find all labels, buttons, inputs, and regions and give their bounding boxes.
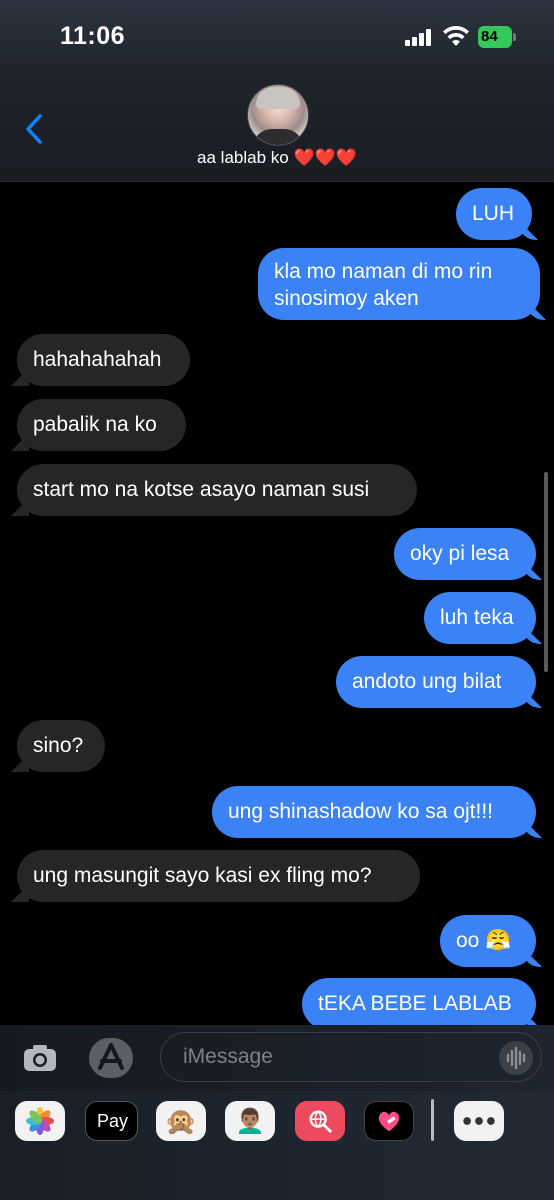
image-search-icon[interactable] <box>295 1101 345 1141</box>
animoji-icon[interactable]: 🙊 <box>156 1101 206 1141</box>
message-received[interactable]: sino? <box>17 720 105 772</box>
photos-icon[interactable] <box>15 1101 65 1141</box>
message-list[interactable]: LUH kla mo naman di mo rin sinosimoy ake… <box>0 182 554 1025</box>
app-drawer: Pay 🙊 👨🏽‍🦱 <box>0 1091 554 1200</box>
app-store-icon <box>98 1043 124 1070</box>
app-store-button[interactable] <box>89 1038 133 1078</box>
message-sent[interactable]: andoto ung bilat <box>336 656 536 708</box>
battery-tip <box>513 33 516 41</box>
message-sent[interactable]: oky pi lesa <box>394 528 536 580</box>
digital-touch-icon[interactable] <box>364 1101 414 1141</box>
ellipsis-icon <box>463 1117 495 1125</box>
message-received[interactable]: start mo na kotse asayo naman susi <box>17 464 417 516</box>
memoji-icon[interactable]: 👨🏽‍🦱 <box>225 1101 275 1141</box>
back-chevron-icon[interactable] <box>20 112 50 146</box>
heart-icon <box>378 1111 400 1132</box>
battery-level: 84 <box>481 28 498 45</box>
app-drawer-divider <box>431 1099 434 1141</box>
message-sent[interactable]: luh teka <box>424 592 536 644</box>
message-received[interactable]: pabalik na ko <box>17 399 186 451</box>
message-received[interactable]: ung masungit sayo kasi ex fling mo? <box>17 850 420 902</box>
status-time: 11:06 <box>60 22 126 50</box>
audio-message-button[interactable] <box>499 1041 533 1075</box>
battery-icon: 84 <box>478 26 512 48</box>
message-sent[interactable]: LUH <box>456 188 532 240</box>
status-bar: 11:06 84 <box>0 0 554 80</box>
scroll-indicator[interactable] <box>544 472 548 672</box>
wifi-icon <box>443 25 469 46</box>
message-input[interactable] <box>160 1032 542 1082</box>
more-apps-icon[interactable] <box>454 1101 504 1141</box>
contact-avatar[interactable] <box>247 84 309 146</box>
contact-name[interactable]: aa lablab ko ❤️❤️❤️ <box>0 148 554 168</box>
message-sent[interactable]: oo 😤 <box>440 915 536 967</box>
signal-icon <box>405 28 435 46</box>
conversation-header: aa lablab ko ❤️❤️❤️ <box>0 80 554 182</box>
message-received[interactable]: hahahahahah <box>17 334 190 386</box>
globe-search-icon <box>309 1110 332 1133</box>
camera-icon[interactable] <box>22 1040 58 1076</box>
apple-pay-label: Pay <box>96 1110 129 1131</box>
message-sent[interactable]: tEKA BEBE LABLAB <box>302 978 536 1025</box>
photos-flower-icon <box>26 1107 54 1135</box>
message-sent[interactable]: kla mo naman di mo rin sinosimoy aken <box>258 248 540 320</box>
message-sent[interactable]: ung shinashadow ko sa ojt!!! <box>212 786 536 838</box>
apple-pay-icon[interactable]: Pay <box>85 1101 138 1141</box>
waveform-icon <box>506 1046 526 1070</box>
compose-bar <box>0 1025 554 1091</box>
